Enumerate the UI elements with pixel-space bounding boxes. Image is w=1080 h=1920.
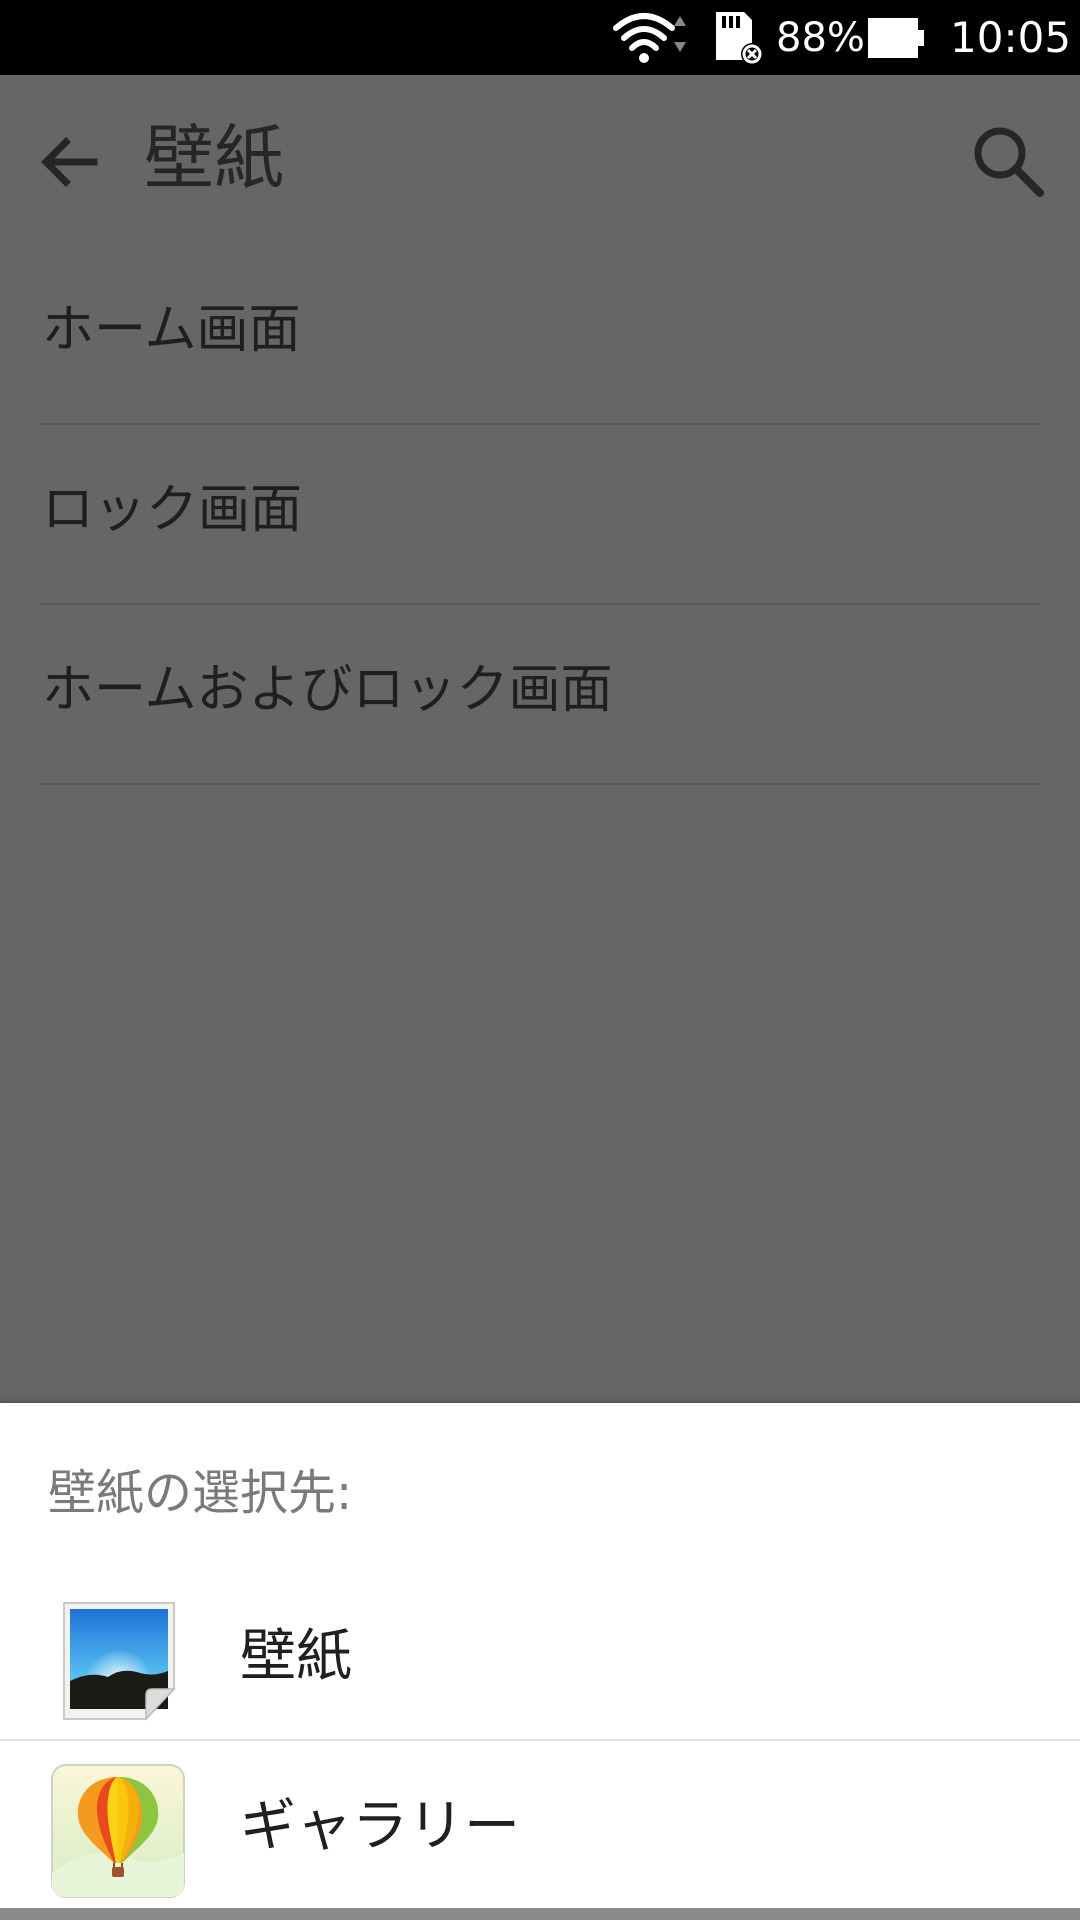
chooser-option-gallery[interactable]: ギャラリー	[0, 1741, 1080, 1909]
wallpaper-target-list: ホーム画面 ロック画面 ホームおよびロック画面	[0, 245, 1080, 785]
navigation-edge	[0, 1908, 1080, 1920]
chooser-option-label: 壁紙	[240, 1624, 352, 1689]
arrow-left-icon[interactable]	[38, 130, 102, 194]
app-bar: 壁紙	[0, 75, 1080, 245]
chooser-title: 壁紙の選択先:	[48, 1465, 353, 1521]
list-item-lock-screen[interactable]: ロック画面	[40, 425, 1040, 605]
list-item-home-and-lock-screen[interactable]: ホームおよびロック画面	[40, 605, 1040, 785]
wifi-icon	[610, 0, 690, 75]
page-title: 壁紙	[144, 117, 284, 199]
list-item-label: ホーム画面	[42, 300, 301, 360]
status-bar: 88% 10:05	[0, 0, 1080, 75]
search-icon[interactable]	[970, 123, 1046, 199]
wallpaper-app-icon	[50, 1593, 186, 1729]
gallery-balloon-icon	[50, 1763, 186, 1899]
clock-time: 10:05	[950, 13, 1072, 62]
chooser-bottom-sheet: 壁紙の選択先: 壁紙 ギャラリー	[0, 1403, 1080, 1908]
list-item-label: ロック画面	[42, 480, 303, 540]
chooser-option-wallpaper[interactable]: 壁紙	[0, 1571, 1080, 1741]
list-item-label: ホームおよびロック画面	[42, 660, 613, 720]
screen: 88% 10:05 壁紙 ホーム画面 ロック画面 ホームおよびロック画面 壁紙の…	[0, 0, 1080, 1920]
battery-percent: 88%	[776, 14, 865, 61]
chooser-option-label: ギャラリー	[240, 1794, 520, 1859]
battery-icon	[866, 0, 926, 75]
list-item-home-screen[interactable]: ホーム画面	[40, 245, 1040, 425]
sd-card-error-icon	[714, 0, 764, 75]
